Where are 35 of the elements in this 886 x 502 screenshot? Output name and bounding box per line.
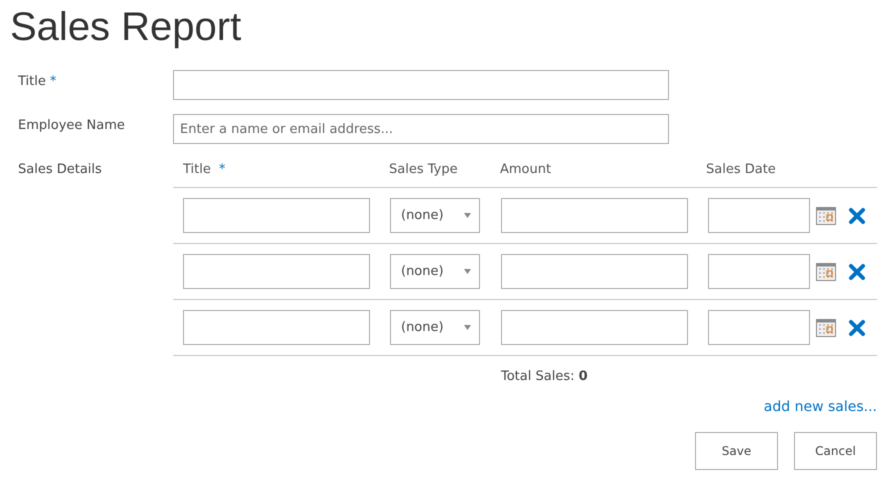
column-header: Title * <box>183 161 226 177</box>
input-field[interactable] <box>183 198 370 233</box>
input-field[interactable] <box>173 70 669 100</box>
column-header: Sales Date <box>706 161 777 177</box>
close-icon[interactable] <box>848 318 866 336</box>
caret-icon <box>464 269 471 274</box>
column-header: Sales Type <box>389 161 459 177</box>
people-picker-field[interactable]: Enter a name or email address... <box>173 114 669 144</box>
caret-icon <box>464 213 471 218</box>
page-title: Sales Report <box>10 4 242 51</box>
input-field[interactable] <box>501 310 688 345</box>
date-field[interactable] <box>708 254 810 289</box>
field-label: Employee Name <box>18 117 126 133</box>
caret-icon <box>464 325 471 330</box>
add-link[interactable]: add new sales... <box>764 399 877 415</box>
date-field[interactable] <box>708 198 810 233</box>
total-sales: Total Sales: 0 <box>501 369 588 384</box>
input-field[interactable] <box>183 310 370 345</box>
field-label: Sales Details <box>18 161 103 179</box>
input-field[interactable] <box>183 254 370 289</box>
close-icon[interactable] <box>848 262 866 280</box>
date-field[interactable] <box>708 310 810 345</box>
input-field[interactable] <box>501 198 688 233</box>
calendar-icon[interactable] <box>816 262 836 280</box>
dropdown[interactable]: (none) <box>390 254 480 289</box>
save-button[interactable]: Save <box>695 432 778 470</box>
cancel-button[interactable]: Cancel <box>794 432 877 470</box>
calendar-icon[interactable] <box>816 318 836 336</box>
dropdown[interactable]: (none) <box>390 198 480 233</box>
calendar-icon[interactable] <box>816 206 836 224</box>
field-label: Title * <box>18 73 58 89</box>
input-field[interactable] <box>501 254 688 289</box>
close-icon[interactable] <box>848 206 866 224</box>
dropdown[interactable]: (none) <box>390 310 480 345</box>
column-header: Amount <box>500 161 552 177</box>
